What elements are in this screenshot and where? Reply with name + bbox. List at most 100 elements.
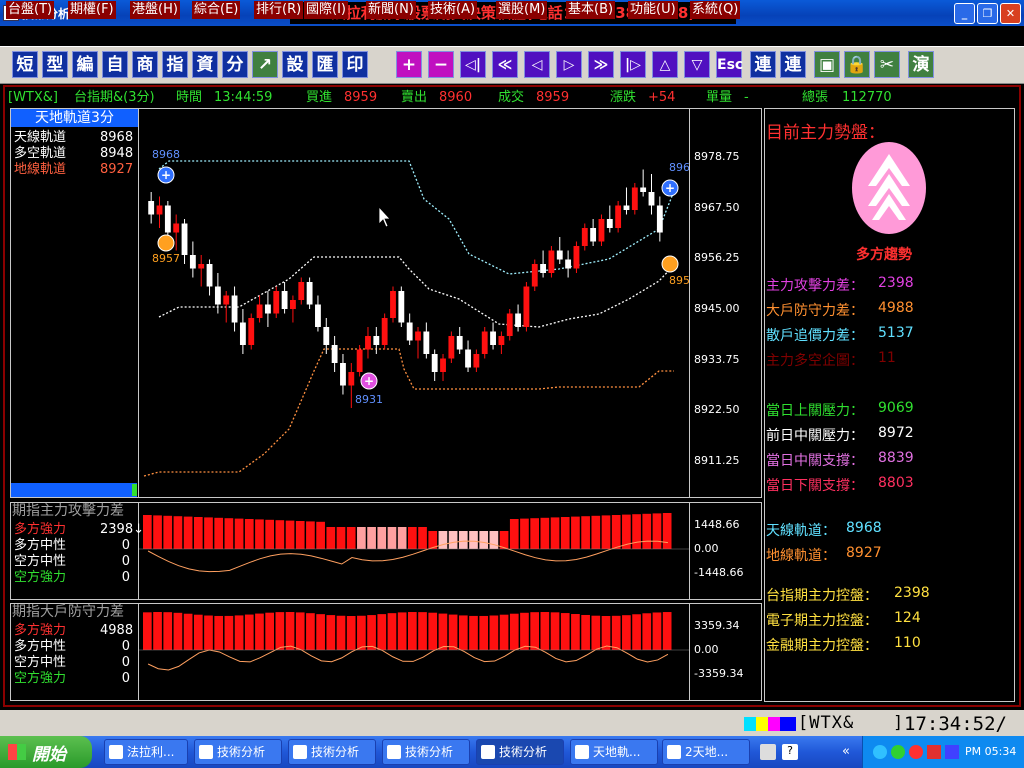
divider (689, 604, 690, 700)
toolbar-button-7[interactable]: 分 (222, 51, 248, 78)
histogram-bar (530, 612, 539, 650)
candle-body (290, 300, 296, 309)
toolbar-button-6[interactable]: 資 (192, 51, 218, 78)
up-icon[interactable]: △ (652, 51, 678, 78)
link-button-0[interactable]: 連 (750, 51, 776, 78)
histogram-bar (204, 615, 213, 650)
histogram-bar (550, 517, 560, 549)
menu-item-1[interactable]: 期權(F) (68, 1, 116, 19)
histogram-bar (540, 612, 550, 650)
histogram-bar (458, 531, 468, 549)
taskbar-button-6[interactable]: 2天地... (662, 739, 750, 765)
candle-body (506, 313, 513, 336)
taskbar-button-0[interactable]: 法拉利... (104, 739, 188, 765)
toolbar-button-2[interactable]: 編 (72, 51, 98, 78)
toolbar-button2-1[interactable]: 匯 (312, 51, 338, 78)
histogram-bar (642, 513, 652, 549)
menu-item-0[interactable]: 台盤(T) (6, 1, 55, 19)
sub-row-value: 4988 (100, 623, 134, 638)
candle-body (573, 246, 580, 269)
candle-body (431, 354, 438, 372)
metric-label: 前日中關壓力： (766, 428, 864, 444)
metric-value: 8968 (846, 520, 882, 536)
menu-item-5[interactable]: 國際(I) (304, 1, 348, 19)
window-icon[interactable]: ▣ (814, 51, 840, 78)
menu-item-9[interactable]: 基本(B) (566, 1, 616, 19)
escape-icon[interactable]: Esc (716, 51, 743, 78)
histogram-bar (662, 513, 672, 549)
histogram-bar (581, 516, 590, 549)
tray-icon-4[interactable] (927, 745, 941, 759)
tray-icon-2[interactable] (891, 745, 905, 759)
menu-item-6[interactable]: 新聞(N) (366, 1, 416, 19)
quicklaunch-icon[interactable] (760, 744, 776, 760)
minimize-button[interactable]: _ (954, 3, 975, 24)
close-button[interactable]: ✕ (1000, 3, 1021, 24)
toolbar-button-3[interactable]: 自 (102, 51, 128, 78)
tools-icon[interactable]: ✂ (874, 51, 900, 78)
tray-icon-1[interactable] (873, 745, 887, 759)
taskbar-button-4[interactable]: 技術分析 (476, 739, 564, 765)
taskbar-button-3[interactable]: 技術分析 (382, 739, 470, 765)
menu-bar (0, 26, 1024, 46)
toolbar-button2-2[interactable]: 印 (342, 51, 368, 78)
start-button[interactable]: 開始 (0, 736, 92, 768)
histogram-bar (571, 516, 580, 549)
last-icon[interactable]: |▷ (620, 51, 646, 78)
candlestick-chart[interactable]: + + +8968 8957 8931 896 895 (139, 109, 689, 497)
candle-body (481, 331, 488, 354)
metric-label: 當日下關支撐： (766, 478, 864, 494)
histogram-bar (377, 614, 387, 650)
fast-back-icon[interactable]: ≪ (492, 51, 518, 78)
metric-value: 8972 (878, 425, 914, 441)
link-button-1[interactable]: 連 (780, 51, 806, 78)
menu-item-7[interactable]: 技術(A) (428, 1, 478, 19)
forward-icon[interactable]: ▷ (556, 51, 582, 78)
toolbar-button-0[interactable]: 短 (12, 51, 38, 78)
sky-orbit-line (158, 160, 675, 275)
candle-body (256, 304, 263, 318)
menu-item-10[interactable]: 功能(U) (628, 1, 678, 19)
zoom-out-icon[interactable]: − (428, 51, 454, 78)
help-icon[interactable]: ? (782, 744, 798, 760)
back-icon[interactable]: ◁ (524, 51, 550, 78)
toolbar-button-5[interactable]: 指 (162, 51, 188, 78)
candle-body (248, 318, 255, 345)
zoom-in-icon[interactable]: + (396, 51, 422, 78)
scroll-track[interactable] (11, 483, 137, 497)
down-icon[interactable]: ▽ (684, 51, 710, 78)
histogram-bar (357, 615, 366, 650)
toolbar-button-1[interactable]: 型 (42, 51, 68, 78)
toolbar-button2-0[interactable]: 設 (282, 51, 308, 78)
taskbar-button-5[interactable]: 天地軌... (570, 739, 658, 765)
tray-icon-5[interactable] (945, 745, 959, 759)
chart-icon[interactable]: ↗ (252, 51, 278, 78)
candle-body (498, 336, 505, 345)
toolbar-button-4[interactable]: 商 (132, 51, 158, 78)
scroll-thumb[interactable] (132, 484, 137, 496)
fast-forward-icon[interactable]: ≫ (588, 51, 614, 78)
restore-button[interactable]: ❐ (977, 3, 998, 24)
taskbar-button-1[interactable]: 技術分析 (194, 739, 282, 765)
histogram-bar (316, 521, 325, 549)
menu-item-4[interactable]: 排行(R) (254, 1, 304, 19)
menu-item-11[interactable]: 系統(Q) (690, 1, 741, 19)
demo-button[interactable]: 演 (908, 51, 934, 78)
candle-body (156, 205, 163, 215)
menu-item-8[interactable]: 選股(M) (496, 1, 548, 19)
tray-chevron-icon[interactable]: « (842, 744, 850, 759)
menu-item-2[interactable]: 港盤(H) (130, 1, 180, 19)
candle-body (631, 187, 638, 210)
lock-icon[interactable]: 🔒 (844, 51, 870, 78)
histogram-bar (377, 527, 387, 549)
tray-icon-3[interactable] (909, 745, 923, 759)
status-color-cyan (744, 717, 756, 731)
taskbar-button-2[interactable]: 技術分析 (288, 739, 376, 765)
histogram-bar (336, 615, 346, 650)
menu-item-3[interactable]: 綜合(E) (192, 1, 241, 19)
defense-histogram (139, 612, 689, 671)
histogram-bar (489, 615, 499, 650)
first-icon[interactable]: ◁| (460, 51, 486, 78)
annotation-label: 8968 (152, 148, 180, 161)
bid-label: 買進 (306, 90, 333, 105)
